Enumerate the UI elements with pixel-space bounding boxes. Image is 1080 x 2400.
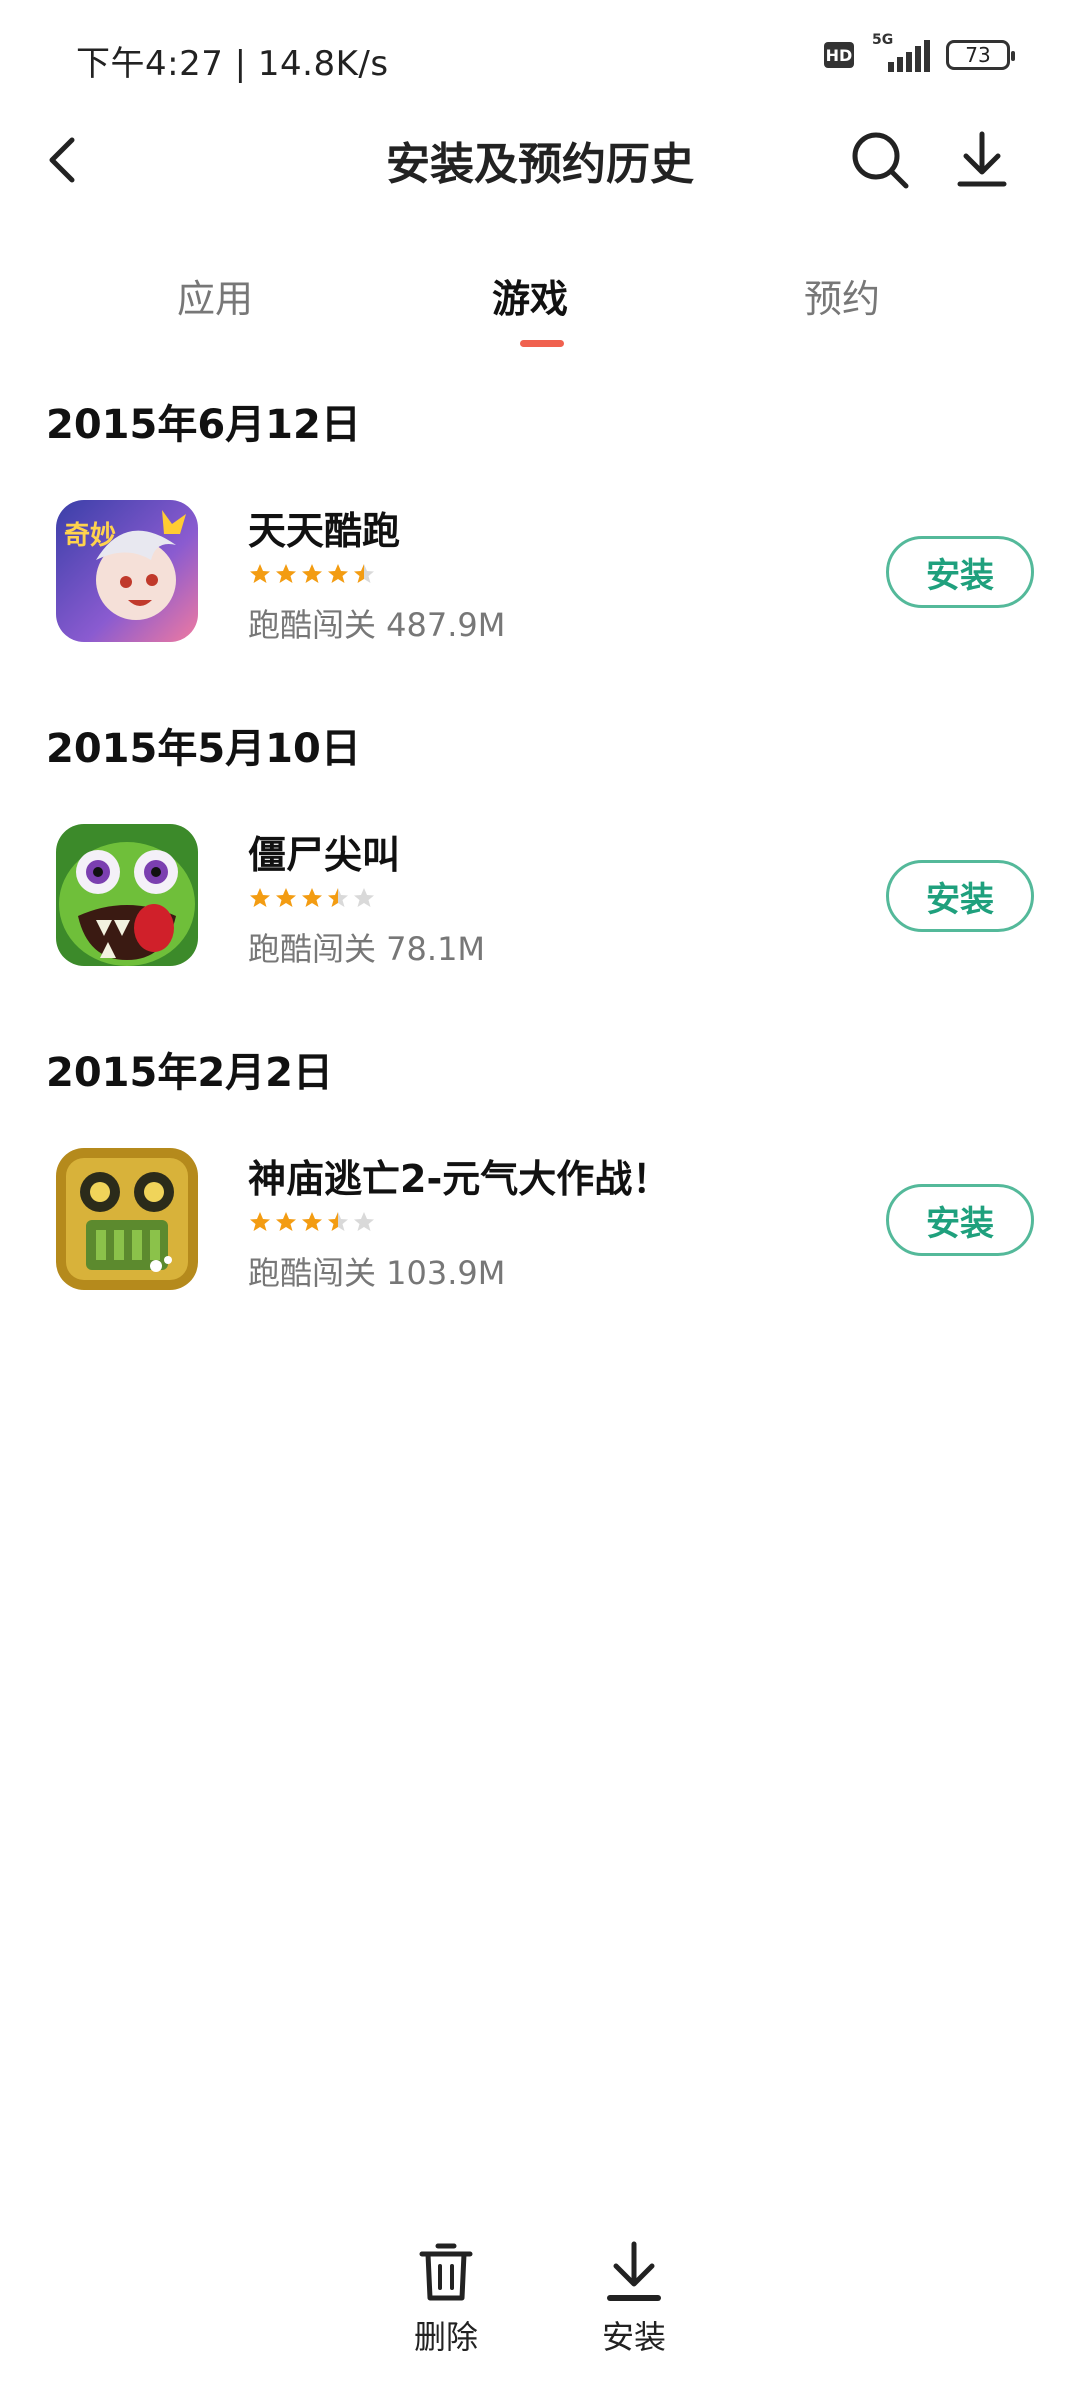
temple-run-app-icon	[56, 1148, 198, 1290]
search-icon	[852, 132, 909, 189]
star-half-icon	[354, 564, 374, 583]
star-full-icon	[276, 1212, 296, 1231]
star-half-icon	[328, 888, 348, 907]
bottom-toolbar: 删除 安装	[0, 2220, 1080, 2400]
app-list-item[interactable]: 奇妙 天天酷跑 跑酷闯关 487.9M 安装	[0, 500, 1080, 670]
delete-label: 删除	[413, 2318, 478, 2356]
app-name: 天天酷跑	[248, 509, 401, 553]
install-button[interactable]: 安装	[886, 860, 1034, 932]
app-list-item[interactable]: 僵尸尖叫 跑酷闯关 78.1M 安装	[0, 824, 1080, 994]
app-list-item[interactable]: 神庙逃亡2-元气大作战！ 跑酷闯关 103.9M 安装	[0, 1148, 1080, 1318]
status-time: 下午4:27 | 14.8K/s	[76, 44, 389, 84]
signal-icon: 5G	[868, 32, 932, 72]
download-icon	[957, 131, 1007, 187]
zombie-app-icon	[56, 824, 198, 966]
svg-text:奇妙: 奇妙	[64, 521, 116, 551]
star-full-icon	[250, 564, 270, 583]
star-full-icon	[328, 564, 348, 583]
rating-stars	[248, 562, 376, 586]
page-title: 安装及预约历史	[386, 139, 694, 190]
star-half-icon	[328, 1212, 348, 1231]
tab-games[interactable]: 游戏	[430, 268, 630, 323]
install-button[interactable]: 安装	[886, 536, 1034, 608]
tab-reservations[interactable]: 预约	[742, 268, 942, 323]
star-full-icon	[302, 888, 322, 907]
status-bar: 下午4:27 | 14.8K/s HD 5G 73	[0, 0, 1080, 120]
download-icon	[607, 2241, 661, 2301]
star-empty-icon	[354, 888, 374, 907]
date-heading: 2015年2月2日	[46, 1050, 333, 1096]
rating-stars	[248, 1210, 376, 1234]
install-button[interactable]: 安装	[886, 1184, 1034, 1256]
hd-icon: HD	[824, 42, 854, 68]
status-icons: HD 5G 73	[824, 32, 1015, 72]
battery-level: 73	[965, 43, 991, 67]
star-empty-icon	[354, 1212, 374, 1231]
app-meta: 跑酷闯关 78.1M	[248, 930, 486, 968]
star-full-icon	[276, 564, 296, 583]
rating-stars	[248, 886, 376, 910]
install-all-button[interactable]: 安装	[574, 2240, 694, 2358]
app-meta: 跑酷闯关 487.9M	[248, 606, 506, 644]
star-full-icon	[250, 888, 270, 907]
trash-icon	[419, 2243, 473, 2301]
app-meta: 跑酷闯关 103.9M	[248, 1254, 506, 1292]
star-full-icon	[302, 564, 322, 583]
install-label: 安装	[601, 2318, 666, 2356]
battery-icon: 73	[946, 40, 1015, 70]
star-full-icon	[276, 888, 296, 907]
date-heading: 2015年5月10日	[46, 726, 361, 772]
app-name: 神庙逃亡2-元气大作战！	[248, 1157, 671, 1201]
app-name: 僵尸尖叫	[248, 833, 401, 877]
delete-button[interactable]: 删除	[386, 2240, 506, 2358]
date-heading: 2015年6月12日	[46, 402, 361, 448]
active-tab-indicator	[520, 340, 564, 347]
search-button[interactable]	[848, 128, 912, 192]
tiantian-kupao-app-icon: 奇妙	[56, 500, 198, 642]
star-full-icon	[302, 1212, 322, 1231]
star-full-icon	[250, 1212, 270, 1231]
download-manager-button[interactable]	[950, 128, 1014, 192]
header: 安装及预约历史	[0, 110, 1080, 210]
tab-apps[interactable]: 应用	[115, 268, 315, 323]
